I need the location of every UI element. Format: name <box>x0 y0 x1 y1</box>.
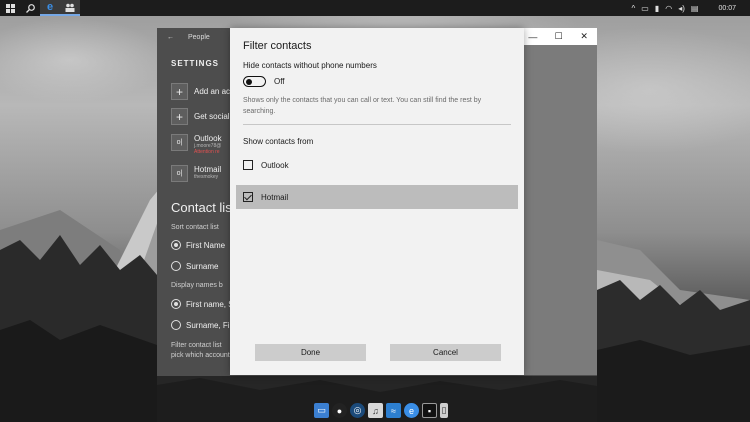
clock[interactable]: 00:07 <box>718 5 736 12</box>
source-outlook-row[interactable]: Outlook <box>236 153 518 177</box>
people-title: People <box>188 34 210 41</box>
display-surname-radio[interactable]: Surname, Fi <box>171 320 230 330</box>
recycle-bin-icon[interactable]: ▯ <box>440 403 448 418</box>
hotmail-icon: o| <box>171 165 188 182</box>
edge-taskbar-button[interactable]: e <box>40 0 60 16</box>
radio-button <box>171 261 181 271</box>
chevron-up-icon[interactable]: ^ <box>632 4 636 13</box>
dock: ▭ ● ◎ ♫ ≈ e ▪ ▯ <box>314 400 448 418</box>
sort-first-name-radio[interactable]: First Name <box>171 240 225 250</box>
hotmail-account-item[interactable]: o| Hotmail thesmokey <box>171 165 221 182</box>
add-account-item[interactable]: + Add an ac <box>171 83 230 100</box>
hotmail-account-name: Hotmail <box>194 165 222 174</box>
windows-logo-icon <box>5 3 15 13</box>
settings-heading: SETTINGS <box>171 59 220 68</box>
sort-label: Sort contact list <box>171 224 219 231</box>
show-contacts-from-label: Show contacts from <box>243 137 314 146</box>
alien-icon[interactable]: ● <box>332 403 347 418</box>
toggle-knob <box>246 78 252 85</box>
plus-icon: + <box>171 83 188 100</box>
people-titlebar: ← People <box>167 34 210 41</box>
people-taskbar-button[interactable] <box>60 0 80 16</box>
edge-icon: e <box>46 1 54 13</box>
get-social-label: Get social <box>194 112 230 121</box>
divider <box>243 124 511 125</box>
laptop-icon[interactable]: ▭ <box>314 403 329 418</box>
source-hotmail-row[interactable]: Hotmail <box>236 185 518 209</box>
outlook-icon: o| <box>171 134 188 151</box>
radio-button <box>171 320 181 330</box>
cancel-button[interactable]: Cancel <box>390 344 501 361</box>
sort-first-name-label: First Name <box>186 240 226 250</box>
outlook-checkbox[interactable] <box>243 160 253 170</box>
terminal-icon[interactable]: ▪ <box>422 403 437 418</box>
filter-contacts-dialog: Filter contacts Hide contacts without ph… <box>230 28 524 375</box>
outlook-account-item[interactable]: o| Outlook j.moore78@ Attention re <box>171 134 222 155</box>
hotmail-account-email: thesmokey <box>194 174 219 180</box>
display-surname-label: Surname, Fi <box>186 320 230 330</box>
contact-list-heading: Contact list <box>171 200 236 215</box>
display-first-label: First name, S <box>186 299 234 309</box>
music-icon[interactable]: ♫ <box>368 403 383 418</box>
hotmail-checkbox[interactable] <box>243 192 253 202</box>
hide-contacts-toggle[interactable] <box>243 76 266 87</box>
display-names-label: Display names b <box>171 282 223 289</box>
toggle-state-label: Off <box>274 77 285 86</box>
outlook-account-name: Outlook <box>194 134 222 143</box>
battery-icon[interactable]: ▮ <box>655 4 659 13</box>
window-controls: — ☐ ✕ <box>520 28 597 45</box>
filter-contact-sub: pick which account <box>171 352 230 359</box>
bird-icon[interactable]: ≈ <box>386 403 401 418</box>
steam-icon[interactable]: ◎ <box>350 403 365 418</box>
wifi-icon[interactable]: ◠ <box>665 4 672 13</box>
hide-contacts-label: Hide contacts without phone numbers <box>243 61 377 70</box>
dialog-title: Filter contacts <box>243 40 312 52</box>
outlook-attention: Attention re <box>194 149 220 155</box>
back-arrow-icon[interactable]: ← <box>167 34 174 41</box>
plus-icon: + <box>171 108 188 125</box>
people-icon <box>65 3 75 12</box>
search-icon <box>25 3 35 13</box>
people-window-right-panel <box>524 45 597 375</box>
close-button[interactable]: ✕ <box>571 28 597 45</box>
hide-contacts-help: Shows only the contacts that you can cal… <box>243 97 482 115</box>
taskbar: e ^ ▭ ▮ ◠ ◂) ▤ 00:07 <box>0 0 750 16</box>
done-button[interactable]: Done <box>255 344 366 361</box>
radio-button <box>171 299 181 309</box>
notifications-icon[interactable]: ▤ <box>691 4 699 13</box>
source-hotmail-label: Hotmail <box>261 192 289 202</box>
source-outlook-label: Outlook <box>261 160 289 170</box>
display-first-radio[interactable]: First name, S <box>171 299 234 309</box>
filter-contact-label[interactable]: Filter contact list <box>171 342 222 349</box>
radio-button <box>171 240 181 250</box>
get-social-item[interactable]: + Get social <box>171 108 230 125</box>
system-tray: ^ ▭ ▮ ◠ ◂) ▤ 00:07 <box>632 4 750 13</box>
start-button[interactable] <box>0 0 20 16</box>
maximize-button[interactable]: ☐ <box>546 28 572 45</box>
sort-surname-label: Surname <box>186 261 219 271</box>
add-account-label: Add an ac <box>194 87 231 96</box>
edge-icon[interactable]: e <box>404 403 419 418</box>
volume-icon[interactable]: ◂) <box>678 4 685 13</box>
search-button[interactable] <box>20 0 40 16</box>
network-icon[interactable]: ▭ <box>641 4 649 13</box>
sort-surname-radio[interactable]: Surname <box>171 261 218 271</box>
